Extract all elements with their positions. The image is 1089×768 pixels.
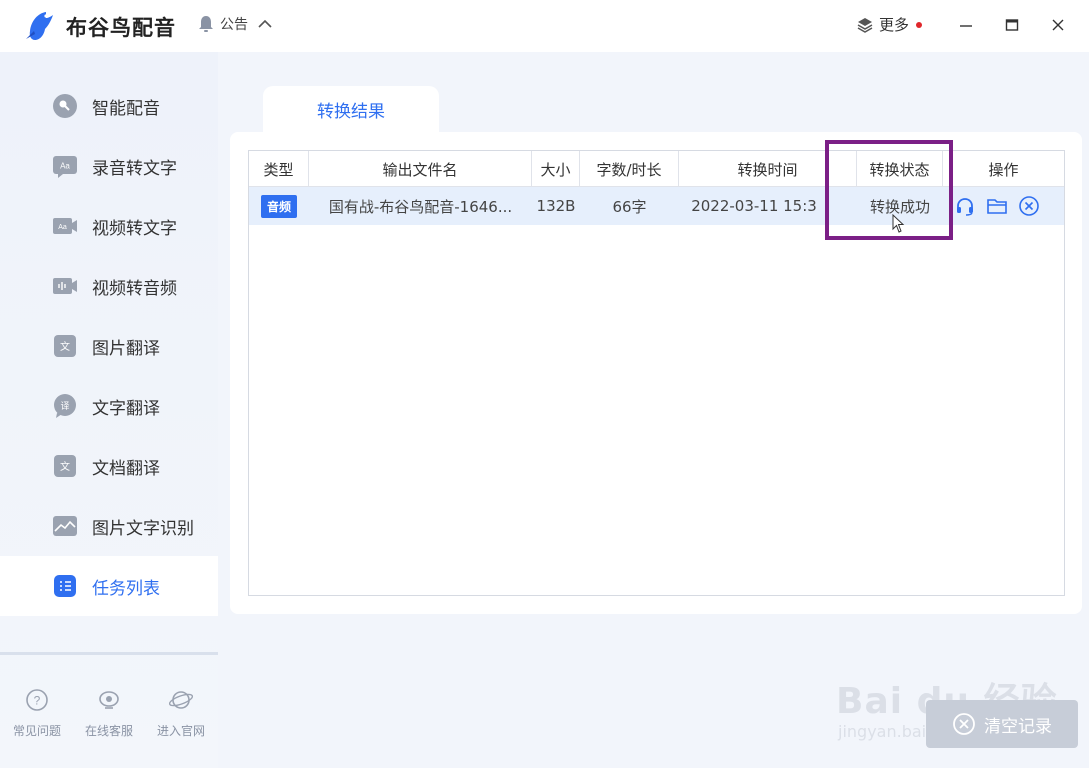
audio-to-text-icon: Aa xyxy=(52,153,78,179)
tab-conversion-results[interactable]: 转换结果 xyxy=(263,86,439,132)
close-icon xyxy=(1052,19,1064,31)
ocr-icon xyxy=(52,513,78,539)
cell-time: 2022-03-11 15:3 xyxy=(691,197,817,215)
col-actions: 操作 xyxy=(988,160,1019,179)
help-icon: ? xyxy=(26,689,48,711)
svg-text:文: 文 xyxy=(60,460,70,473)
app-logo-icon xyxy=(26,12,53,40)
smart-voice-icon xyxy=(52,93,78,119)
minimize-button[interactable] xyxy=(955,14,977,36)
minimize-icon xyxy=(960,25,972,27)
sidebar-item-video-to-text[interactable]: Aa 视频转文字 xyxy=(0,196,218,256)
audio-badge: 音频 xyxy=(260,194,297,218)
more-menu-button[interactable]: 更多 xyxy=(857,14,923,35)
website-icon xyxy=(169,691,193,709)
sidebar-item-smart-voice[interactable]: 智能配音 xyxy=(0,76,218,136)
sidebar-item-text-translate[interactable]: 译 文字翻译 xyxy=(0,376,218,436)
sidebar-item-label: 录音转文字 xyxy=(92,158,177,179)
col-filename: 输出文件名 xyxy=(309,151,532,187)
notification-dot xyxy=(916,21,923,28)
delete-circle-icon[interactable] xyxy=(1018,195,1040,217)
clear-records-label: 清空记录 xyxy=(984,716,1052,737)
sidebar-item-video-to-audio[interactable]: 视频转音频 xyxy=(0,256,218,316)
customer-service-link[interactable]: 在线客服 xyxy=(74,688,144,739)
sidebar-item-label: 图片翻译 xyxy=(92,338,160,359)
cell-actions xyxy=(949,187,1064,225)
svg-text:?: ? xyxy=(34,694,41,708)
sidebar-item-audio-to-text[interactable]: Aa 录音转文字 xyxy=(0,136,218,196)
text-translate-icon: 译 xyxy=(52,393,78,419)
video-to-text-icon: Aa xyxy=(52,213,78,239)
customer-service-label: 在线客服 xyxy=(84,724,133,738)
title-bar: 布谷鸟配音 公告 更多 xyxy=(0,0,1089,52)
sidebar-item-label: 视频转音频 xyxy=(92,278,177,299)
sidebar-item-label: 任务列表 xyxy=(92,578,160,599)
task-list-icon xyxy=(52,573,78,599)
sidebar-item-ocr[interactable]: 图片文字识别 xyxy=(0,496,218,556)
sidebar: 智能配音 Aa 录音转文字 Aa 视频转文字 视频转音频 文 图片翻译 译 文字… xyxy=(0,52,218,768)
svg-text:译: 译 xyxy=(60,401,69,412)
bell-icon xyxy=(199,16,213,32)
sidebar-divider xyxy=(0,652,218,655)
svg-text:Aa: Aa xyxy=(60,162,70,171)
sidebar-item-task-list[interactable]: 任务列表 xyxy=(0,556,218,616)
cell-filename: 国有战-布谷鸟配音-1646... xyxy=(328,197,513,216)
clear-icon xyxy=(953,713,975,735)
status-highlight-box xyxy=(825,140,953,240)
cell-size: 132B xyxy=(536,197,576,215)
sidebar-item-label: 图片文字识别 xyxy=(92,518,194,539)
image-translate-icon: 文 xyxy=(52,333,78,359)
sidebar-item-document-translate[interactable]: 文 文档翻译 xyxy=(0,436,218,496)
sidebar-item-label: 文档翻译 xyxy=(92,458,160,479)
headphones-icon[interactable] xyxy=(954,195,976,217)
app-name: 布谷鸟配音 xyxy=(66,16,176,40)
website-link[interactable]: 进入官网 xyxy=(146,688,216,739)
col-size: 大小 xyxy=(532,151,580,187)
sidebar-item-label: 视频转文字 xyxy=(92,218,177,239)
folder-icon[interactable] xyxy=(986,195,1008,217)
help-link[interactable]: ? 常见问题 xyxy=(2,688,72,739)
notice-toggle[interactable]: 公告 xyxy=(198,14,272,34)
col-length: 字数/时长 xyxy=(580,151,679,187)
help-label: 常见问题 xyxy=(12,724,61,738)
svg-text:Aa: Aa xyxy=(58,224,67,231)
maximize-button[interactable] xyxy=(1001,14,1023,36)
customer-service-icon xyxy=(99,691,119,709)
col-type: 类型 xyxy=(249,151,309,187)
sidebar-item-label: 文字翻译 xyxy=(92,398,160,419)
svg-text:文: 文 xyxy=(60,340,70,353)
website-label: 进入官网 xyxy=(156,724,205,738)
maximize-icon xyxy=(1005,19,1019,31)
close-button[interactable] xyxy=(1047,14,1069,36)
mouse-cursor-icon xyxy=(892,214,905,233)
clear-records-button[interactable]: 清空记录 xyxy=(926,700,1078,748)
notice-label: 公告 xyxy=(220,17,248,33)
chevron-up-icon xyxy=(258,19,272,28)
cell-type: 音频 xyxy=(249,187,309,225)
sidebar-item-label: 智能配音 xyxy=(92,98,160,119)
layers-icon xyxy=(857,17,873,33)
sidebar-item-image-translate[interactable]: 文 图片翻译 xyxy=(0,316,218,376)
document-translate-icon: 文 xyxy=(52,453,78,479)
video-to-audio-icon xyxy=(52,273,78,299)
more-label: 更多 xyxy=(879,16,910,34)
cell-length: 66字 xyxy=(612,197,647,216)
